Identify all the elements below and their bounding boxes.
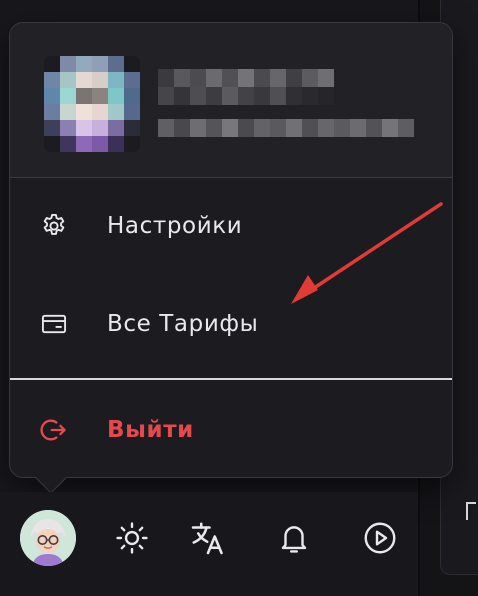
account-header <box>10 23 452 178</box>
app-window: Настройки Все Тарифы Выйти <box>0 0 478 596</box>
panel-text-fragment <box>466 502 476 520</box>
theme-toggle-button[interactable] <box>104 510 160 566</box>
menu-item-settings[interactable]: Настройки <box>10 191 452 261</box>
menu-item-label: Все Тарифы <box>107 311 259 337</box>
account-avatar-pixelated <box>44 56 140 152</box>
notifications-button[interactable] <box>266 510 322 566</box>
logout-icon <box>40 416 68 444</box>
account-menu-popover: Настройки Все Тарифы Выйти <box>9 22 453 478</box>
gear-icon <box>40 212 68 240</box>
sun-icon <box>116 522 148 554</box>
bottom-toolbar <box>0 492 418 596</box>
translate-icon <box>191 522 223 555</box>
menu-item-logout[interactable]: Выйти <box>10 395 452 465</box>
user-avatar-icon <box>20 510 76 566</box>
account-email-redacted <box>158 119 414 137</box>
menu-item-label: Выйти <box>107 417 194 443</box>
bell-icon <box>281 526 307 553</box>
menu-item-all-plans[interactable]: Все Тарифы <box>10 289 452 359</box>
menu-divider <box>10 378 452 380</box>
play-button[interactable] <box>352 510 408 566</box>
account-name-redacted <box>158 69 334 105</box>
language-button[interactable] <box>180 510 236 566</box>
user-avatar-button[interactable] <box>20 510 76 566</box>
play-circle-icon <box>364 522 396 554</box>
menu-item-label: Настройки <box>107 213 243 239</box>
wallet-card-icon <box>40 310 68 338</box>
